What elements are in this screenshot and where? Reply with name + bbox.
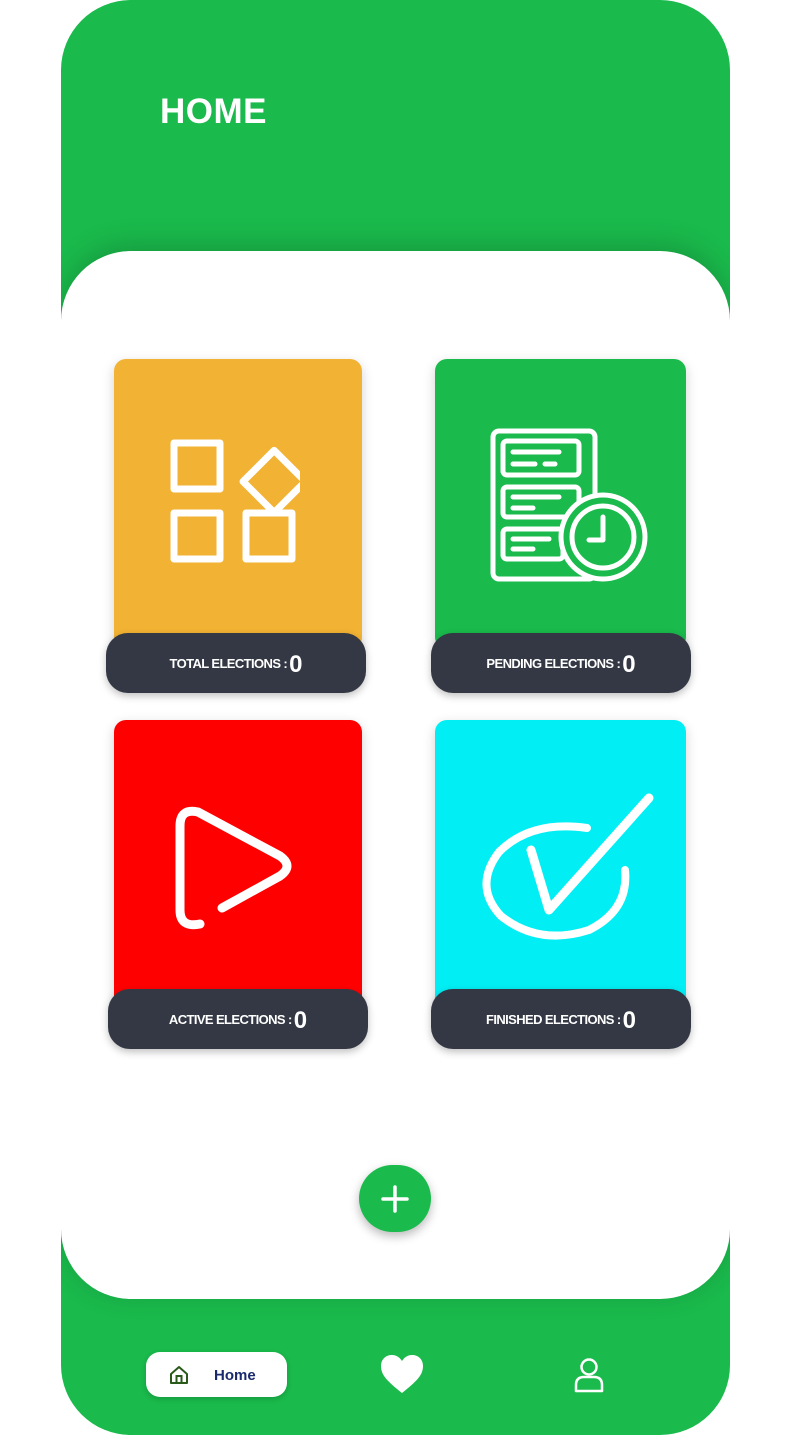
finished-elections-count: 0 bbox=[622, 1006, 636, 1034]
heart-icon bbox=[381, 1355, 423, 1393]
home-icon bbox=[170, 1366, 188, 1384]
document-clock-icon bbox=[490, 428, 648, 582]
user-icon bbox=[574, 1358, 604, 1393]
plus-icon bbox=[381, 1185, 409, 1213]
active-elections-text: ACTIVE ELECTIONS : bbox=[168, 1011, 292, 1027]
finished-elections-card[interactable] bbox=[435, 720, 686, 1010]
active-elections-count: 0 bbox=[293, 1006, 308, 1034]
nav-profile-button[interactable] bbox=[573, 1357, 605, 1398]
nav-favorites-button[interactable] bbox=[379, 1353, 425, 1400]
add-election-button[interactable] bbox=[359, 1165, 431, 1232]
active-elections-card[interactable] bbox=[114, 720, 362, 1010]
active-elections-label: ACTIVE ELECTIONS : 0 bbox=[108, 989, 368, 1049]
total-elections-text: TOTAL ELECTIONS : bbox=[169, 655, 288, 671]
nav-home-label: Home bbox=[214, 1367, 256, 1384]
dashboard-panel: TOTAL ELECTIONS : 0 PENDING ELECTIONS: … bbox=[61, 251, 730, 1299]
total-elections-label: TOTAL ELECTIONS : 0 bbox=[106, 633, 366, 693]
nav-home-button[interactable]: Home bbox=[146, 1352, 287, 1397]
play-icon bbox=[175, 806, 292, 930]
total-elections-count: 0 bbox=[289, 650, 303, 678]
total-elections-card[interactable] bbox=[114, 359, 362, 649]
apps-grid-icon bbox=[170, 439, 300, 563]
pending-elections-count: 0 bbox=[622, 650, 636, 678]
pending-elections-card[interactable] bbox=[435, 359, 686, 649]
finished-elections-text: FINISHED ELECTIONS : bbox=[486, 1011, 621, 1027]
finished-elections-label: FINISHED ELECTIONS : 0 bbox=[431, 989, 691, 1049]
pending-elections-text: PENDING ELECTIONS : bbox=[486, 655, 621, 671]
app-screen: HOME TOTAL ELECTIONS : 0 PENDING ELECTIO… bbox=[61, 0, 730, 1435]
pending-elections-label: PENDING ELECTIONS : 0 bbox=[431, 633, 691, 693]
check-circle-icon bbox=[482, 793, 654, 940]
page-title: HOME bbox=[160, 92, 267, 131]
